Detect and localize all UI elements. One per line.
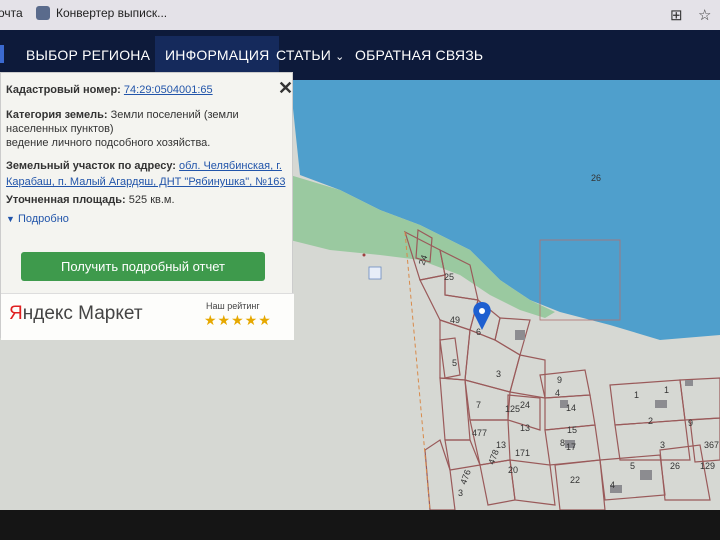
browser-tab-bar: очта Конвертер выписк... ⊞ ☆ xyxy=(0,0,720,30)
nav-information-label: ИНФОРМАЦИЯ xyxy=(165,47,270,63)
more-details-label: Подробно xyxy=(17,213,69,225)
nav-region-select[interactable]: ВЫБОР РЕГИОНА ⌄ xyxy=(26,47,164,63)
chevron-down-icon: ⌄ xyxy=(335,51,345,63)
map-label: 125 xyxy=(505,404,521,414)
map-label: 24 xyxy=(520,400,531,410)
map-label: 3 xyxy=(458,488,464,498)
map-label: 3 xyxy=(660,440,666,450)
tab-grid-icon[interactable]: ⊞ xyxy=(670,6,683,24)
map-label: 25 xyxy=(444,272,455,282)
map-label: 171 xyxy=(515,448,531,458)
map-label: 9 xyxy=(688,418,694,428)
nav-articles-label: СТАТЬИ xyxy=(276,47,331,63)
address-row: Земельный участок по адресу: обл. Челяби… xyxy=(6,160,282,172)
map-label: 13 xyxy=(520,423,531,433)
get-report-label: Получить подробный отчет xyxy=(60,259,226,274)
address-link[interactable]: обл. Челябинская, г. xyxy=(179,160,282,172)
map-label: 7 xyxy=(476,400,482,410)
browser-tab-mail[interactable]: очта xyxy=(0,6,23,20)
map-label: 15 xyxy=(567,425,578,435)
map-label: 26 xyxy=(591,173,602,183)
land-category-value: Земли поселений (земли xyxy=(110,109,239,121)
cadastral-number-row: Кадастровый номер: 74:29:0504001:65 xyxy=(6,84,213,96)
area-label: Уточненная площадь: xyxy=(6,194,126,206)
nav-feedback[interactable]: ОБРАТНАЯ СВЯЗЬ xyxy=(355,47,483,63)
area-value: 525 кв.м. xyxy=(128,194,175,206)
map-label: 129 xyxy=(700,461,716,471)
map-label: 17 xyxy=(566,442,577,452)
parcel-info-popup: ✕ Кадастровый номер: 74:29:0504001:65 Ка… xyxy=(0,72,294,340)
triangle-down-icon: ▼ xyxy=(6,214,15,224)
map-label: 1 xyxy=(634,390,640,400)
map-label: 1 xyxy=(664,385,670,395)
address-row-cont: Карабаш, п. Малый Агардяш, ДНТ "Рябинушк… xyxy=(6,176,285,188)
map-label: 24 xyxy=(416,253,430,267)
nav-articles[interactable]: СТАТЬИ ⌄ xyxy=(276,47,345,63)
map-label: 20 xyxy=(508,465,519,475)
map-label: 476 xyxy=(458,468,473,486)
map-label: 22 xyxy=(570,475,581,485)
map-label: 26 xyxy=(670,461,681,471)
land-usage-text: ведение личного подсобного хозяйства. xyxy=(6,137,211,149)
map-label: 13 xyxy=(496,440,507,450)
map-label: 9 xyxy=(557,375,563,385)
screen-bezel xyxy=(0,510,720,540)
area-row: Уточненная площадь: 525 кв.м. xyxy=(6,194,175,206)
address-link-cont[interactable]: Карабаш, п. Малый Агардяш, ДНТ "Рябинушк… xyxy=(6,176,285,188)
map-label: 5 xyxy=(630,461,636,471)
get-report-button[interactable]: Получить подробный отчет xyxy=(21,252,265,281)
bookmark-star-icon[interactable]: ☆ xyxy=(698,6,711,24)
map-label: 49 xyxy=(450,315,461,325)
address-label: Земельный участок по адресу: xyxy=(6,160,176,172)
map-label: 4 xyxy=(555,388,561,398)
logo-letter: Я xyxy=(9,303,23,324)
map-label: 4 xyxy=(610,480,616,490)
browser-tab-label: очта xyxy=(0,6,23,20)
map-label: 3 xyxy=(496,369,502,379)
nav-information[interactable]: ИНФОРМАЦИЯ xyxy=(155,36,280,74)
yandex-market-logo: Яндекс Маркет xyxy=(9,303,143,325)
cadastral-number-link[interactable]: 74:29:0504001:65 xyxy=(124,84,213,96)
land-category-label: Категория земель: xyxy=(6,109,108,121)
map-label: 477 xyxy=(472,428,488,438)
nav-region-label: ВЫБОР РЕГИОНА xyxy=(26,47,151,63)
logo-text: ндекс Маркет xyxy=(22,303,143,324)
land-category-value-cont: населенных пунктов) xyxy=(6,123,114,135)
land-category-row: Категория земель: Земли поселений (земли xyxy=(6,109,239,121)
more-details-link[interactable]: ▼ Подробно xyxy=(6,213,69,225)
close-icon[interactable]: ✕ xyxy=(278,79,293,97)
rating-stars-icon: ★★★★★ xyxy=(204,312,272,328)
logo-fragment xyxy=(0,45,4,63)
nav-feedback-label: ОБРАТНАЯ СВЯЗЬ xyxy=(355,47,484,63)
yandex-market-ad[interactable]: Яндекс Маркет Наш рейтинг ★★★★★ xyxy=(1,293,294,340)
map-label: 6 xyxy=(476,327,482,337)
cadastral-number-label: Кадастровый номер: xyxy=(6,84,121,96)
favicon-icon xyxy=(36,6,50,20)
map-label: 5 xyxy=(452,358,458,368)
browser-tab-label: Конвертер выписк... xyxy=(56,6,168,20)
map-label: 8 xyxy=(560,438,566,448)
rating-label: Наш рейтинг xyxy=(206,301,260,311)
map-label: 14 xyxy=(566,403,577,413)
map-label: 367 xyxy=(704,440,720,450)
map-label: 2 xyxy=(648,416,654,426)
browser-tab-converter[interactable]: Конвертер выписк... xyxy=(36,6,167,20)
map-label: 478 xyxy=(486,448,501,466)
